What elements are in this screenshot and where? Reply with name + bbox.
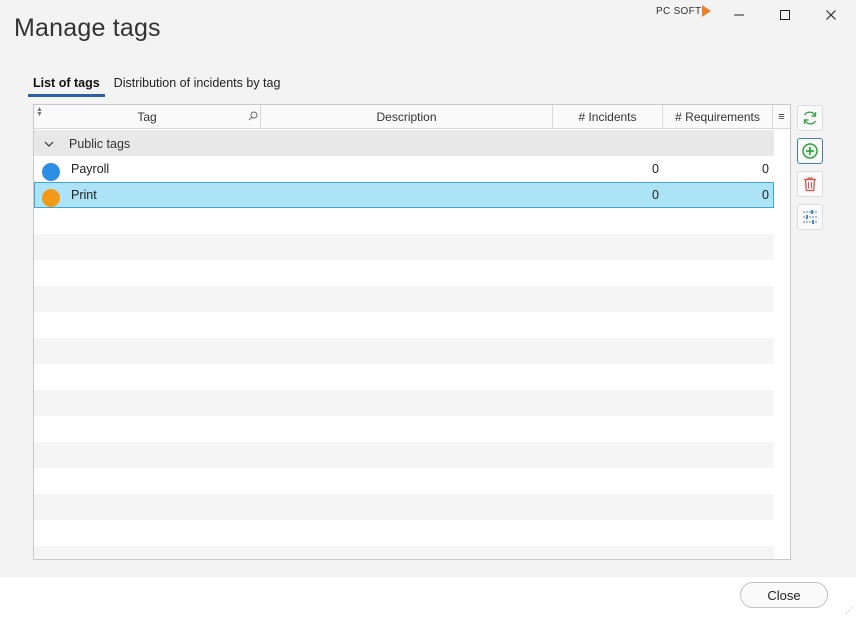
empty-row xyxy=(34,494,774,520)
tag-color-dot xyxy=(42,163,60,181)
delete-tag-button[interactable] xyxy=(797,171,823,197)
resize-grip-icon[interactable]: ⋰ xyxy=(845,607,853,615)
close-icon xyxy=(826,10,836,20)
sliders-icon xyxy=(803,210,817,224)
close-button[interactable]: Close xyxy=(740,582,828,608)
group-row-public-tags[interactable]: Public tags xyxy=(34,130,774,156)
column-header-requirements[interactable]: # Requirements xyxy=(663,105,773,129)
chevron-down-icon[interactable] xyxy=(44,137,54,151)
minimize-button[interactable] xyxy=(728,5,750,25)
add-icon xyxy=(802,143,818,159)
brand-mark-icon xyxy=(702,5,712,17)
dialog-footer: Close ⋰ xyxy=(0,577,856,618)
tag-color-dot xyxy=(42,189,60,207)
trash-icon xyxy=(804,177,816,192)
incidents-count: 0 xyxy=(652,162,659,176)
group-label: Public tags xyxy=(69,137,131,151)
sort-icon[interactable]: ▲ ▼ xyxy=(36,106,43,118)
tag-name: Payroll xyxy=(71,162,110,176)
tab-bar: List of tags Distribution of incidents b… xyxy=(28,76,289,97)
brand-logo: PC SOFT xyxy=(656,5,712,17)
empty-row xyxy=(34,338,774,364)
column-menu-icon[interactable]: ≡ xyxy=(773,105,790,129)
brand-text: PC SOFT xyxy=(656,5,702,17)
add-tag-button[interactable] xyxy=(797,138,823,164)
window-title: Manage tags xyxy=(14,14,161,42)
refresh-icon xyxy=(803,111,817,125)
empty-row xyxy=(34,312,774,338)
close-window-button[interactable] xyxy=(820,5,842,25)
requirements-count: 0 xyxy=(762,162,769,176)
settings-button[interactable] xyxy=(797,204,823,230)
column-header-tag[interactable]: ▲ ▼ Tag xyxy=(34,105,261,129)
empty-row xyxy=(34,546,774,559)
table-row[interactable]: Payroll 0 0 xyxy=(34,156,774,182)
maximize-button[interactable] xyxy=(774,5,796,25)
maximize-icon xyxy=(780,10,790,20)
empty-row xyxy=(34,260,774,286)
table-row-selected[interactable]: Print 0 0 xyxy=(34,182,774,208)
empty-row xyxy=(34,468,774,494)
empty-row xyxy=(34,234,774,260)
empty-row xyxy=(34,286,774,312)
empty-row xyxy=(34,208,774,234)
search-icon[interactable] xyxy=(248,110,258,124)
empty-row xyxy=(34,416,774,442)
tab-distribution[interactable]: Distribution of incidents by tag xyxy=(109,76,286,97)
tags-table: ▲ ▼ Tag Description # Incidents # Require… xyxy=(33,104,791,560)
side-toolbar xyxy=(797,105,823,237)
minimize-icon xyxy=(734,14,744,16)
empty-row xyxy=(34,390,774,416)
requirements-count: 0 xyxy=(762,188,769,202)
empty-row xyxy=(34,520,774,546)
table-body: Public tags Payroll 0 0 Print 0 0 xyxy=(34,130,774,559)
incidents-count: 0 xyxy=(652,188,659,202)
refresh-button[interactable] xyxy=(797,105,823,131)
tag-name: Print xyxy=(71,188,97,202)
table-header: ▲ ▼ Tag Description # Incidents # Require… xyxy=(34,105,790,129)
tab-list-of-tags[interactable]: List of tags xyxy=(28,76,105,97)
empty-row xyxy=(34,442,774,468)
column-header-description[interactable]: Description xyxy=(261,105,553,129)
empty-row xyxy=(34,364,774,390)
column-header-incidents[interactable]: # Incidents xyxy=(553,105,663,129)
